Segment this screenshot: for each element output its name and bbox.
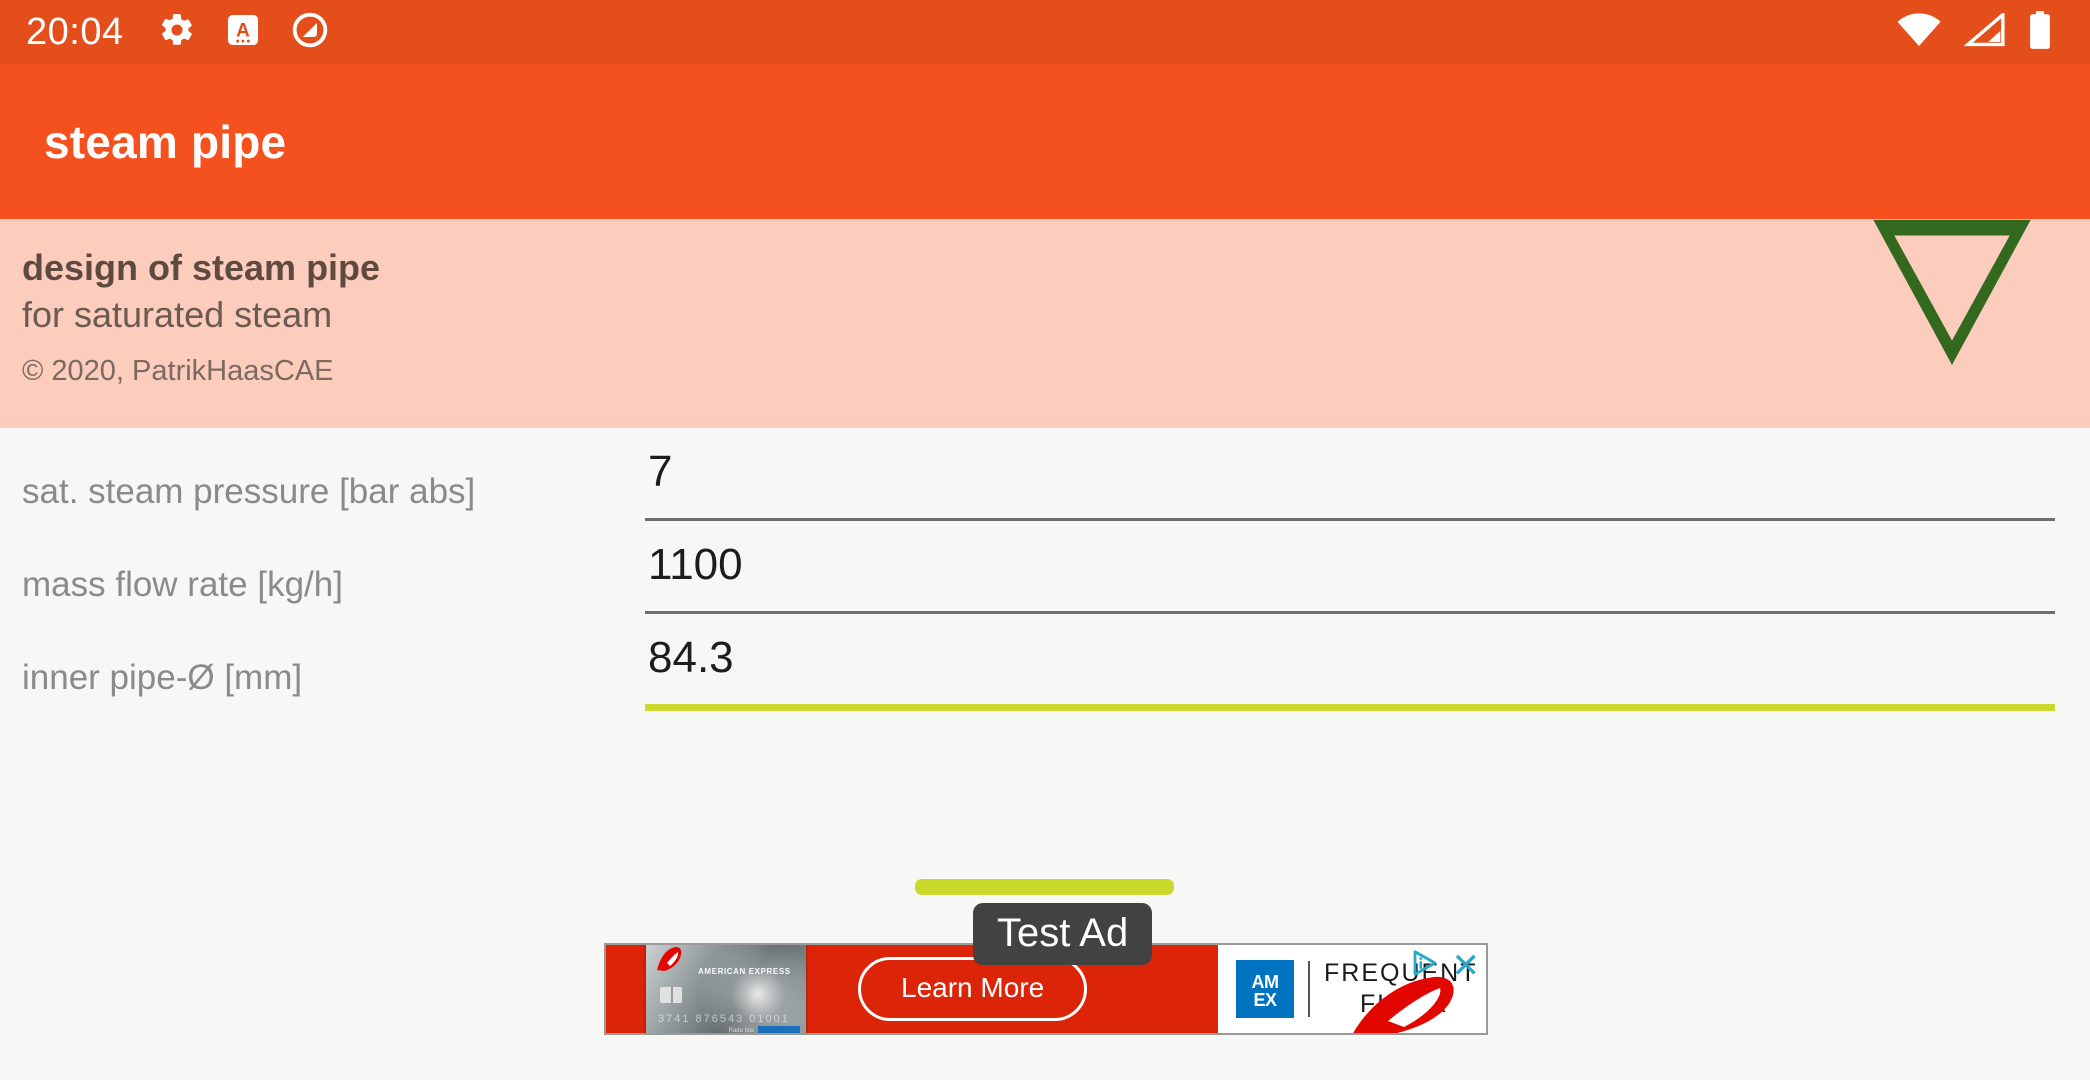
header-band: design of steam pipe for saturated steam… [0, 219, 2090, 428]
input-inner-pipe-diameter[interactable]: 84.3 [645, 636, 2055, 711]
input-sat-steam-pressure[interactable]: 7 [645, 450, 2055, 521]
header-text-group: design of steam pipe for saturated steam… [22, 247, 380, 388]
ad-controls: ✕ [1410, 948, 1481, 983]
value-sat-steam-pressure: 7 [648, 447, 673, 496]
app-bar: steam pipe [0, 64, 2090, 219]
amex-logo-line2: EX [1253, 990, 1277, 1010]
amex-logo: AM EX [1236, 960, 1294, 1018]
status-clock: 20:04 [26, 11, 124, 53]
card-brand-text: AMERICAN EXPRESS [698, 967, 791, 976]
nabla-triangle-logo [1862, 197, 2042, 377]
header-subtitle: for saturated steam [22, 294, 333, 336]
circle-slash-icon [290, 10, 330, 55]
test-ad-badge: Test Ad [973, 903, 1153, 965]
amex-logo-line1: AM [1251, 972, 1280, 992]
card-holder-name: Rado Ilos [728, 1028, 754, 1033]
learn-more-button[interactable]: Learn More [858, 957, 1088, 1021]
svg-text:A: A [236, 20, 250, 41]
adchoices-icon[interactable] [1410, 948, 1440, 983]
wifi-icon [1896, 12, 1942, 52]
status-bar-system-icons [1896, 10, 2066, 54]
a-badge-icon: A [224, 11, 262, 54]
card-blue-stripe [758, 1026, 800, 1033]
header-copyright: © 2020, PatrikHaasCAE [22, 354, 334, 387]
label-inner-pipe-diameter: inner pipe-Ø [mm] [22, 658, 303, 697]
phone-screen: 20:04 A steam pipe design of steam pipe … [0, 0, 2090, 1080]
amex-card-image: AMERICAN EXPRESS 3741 876543 01001 Rado … [646, 945, 806, 1033]
gear-icon [158, 11, 196, 54]
label-sat-steam-pressure: sat. steam pressure [bar abs] [22, 472, 476, 511]
value-inner-pipe-diameter: 84.3 [648, 633, 734, 682]
value-mass-flow-rate: 1100 [648, 540, 743, 589]
status-bar: 20:04 A [0, 0, 2090, 64]
input-mass-flow-rate[interactable]: 1100 [645, 543, 2055, 614]
underline-inner-pipe-diameter [645, 704, 2055, 711]
field-row-inner-pipe-diameter: inner pipe-Ø [mm] 84.3 [0, 614, 2090, 739]
calculate-button[interactable] [915, 879, 1174, 895]
card-chip-icon [660, 987, 682, 1003]
battery-icon [2028, 10, 2052, 54]
label-mass-flow-rate: mass flow rate [kg/h] [22, 565, 343, 604]
status-bar-notification-icons: A [158, 10, 330, 55]
qantas-tail-icon [657, 947, 682, 971]
ad-divider [1308, 961, 1310, 1017]
card-number-text: 3741 876543 01001 [658, 1013, 790, 1025]
ad-white-panel: AM EX FREQUENT FLYER ✕ [1218, 945, 1486, 1033]
cellular-signal-icon [1963, 10, 2006, 52]
ad-close-button[interactable]: ✕ [1452, 949, 1481, 983]
header-title: design of steam pipe [22, 247, 381, 288]
app-title: steam pipe [44, 115, 287, 168]
